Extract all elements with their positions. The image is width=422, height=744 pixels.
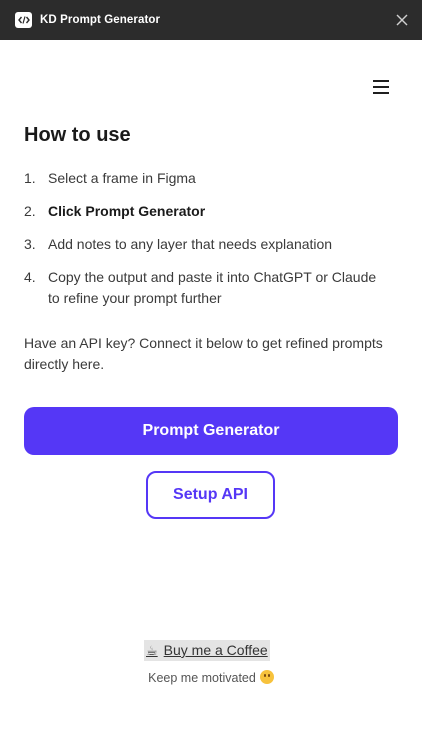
step-text: Add notes to any layer that needs explan…	[48, 236, 333, 252]
coffee-icon: ☕	[146, 643, 158, 658]
api-note: Have an API key? Connect it below to get…	[24, 335, 383, 372]
step-item: 4. Copy the output and paste it into Cha…	[24, 267, 384, 309]
step-number: 2.	[24, 203, 36, 219]
close-icon	[396, 14, 408, 26]
page-title: How to use	[24, 124, 131, 146]
step-number: 3.	[24, 236, 36, 252]
smiley-icon	[259, 670, 274, 684]
hamburger-menu-icon[interactable]	[373, 80, 391, 96]
setup-api-button[interactable]: Setup API	[146, 471, 275, 519]
step-number: 1.	[24, 170, 36, 186]
motivate-text: Keep me motivated	[148, 671, 256, 685]
prompt-generator-button[interactable]: Prompt Generator	[24, 407, 398, 455]
step-text: Click Prompt Generator	[48, 203, 206, 219]
step-item: 1. Select a frame in Figma	[24, 168, 384, 189]
buy-me-a-coffee-link[interactable]: ☕ Buy me a Coffee	[144, 640, 270, 661]
motivate-text-row: Keep me motivated	[0, 668, 422, 688]
code-icon	[15, 12, 32, 28]
close-button[interactable]	[394, 12, 410, 28]
app-title: KD Prompt Generator	[40, 14, 161, 26]
step-text: Select a frame in Figma	[48, 170, 196, 186]
step-item: 2. Click Prompt Generator	[24, 201, 384, 222]
steps-list: 1. Select a frame in Figma 2. Click Prom…	[24, 168, 384, 321]
step-item: 3. Add notes to any layer that needs exp…	[24, 234, 384, 255]
coffee-label: Buy me a Coffee	[163, 642, 268, 658]
step-number: 4.	[24, 269, 36, 285]
step-text: Copy the output and paste it into ChatGP…	[48, 269, 377, 306]
title-bar: KD Prompt Generator	[0, 0, 422, 40]
